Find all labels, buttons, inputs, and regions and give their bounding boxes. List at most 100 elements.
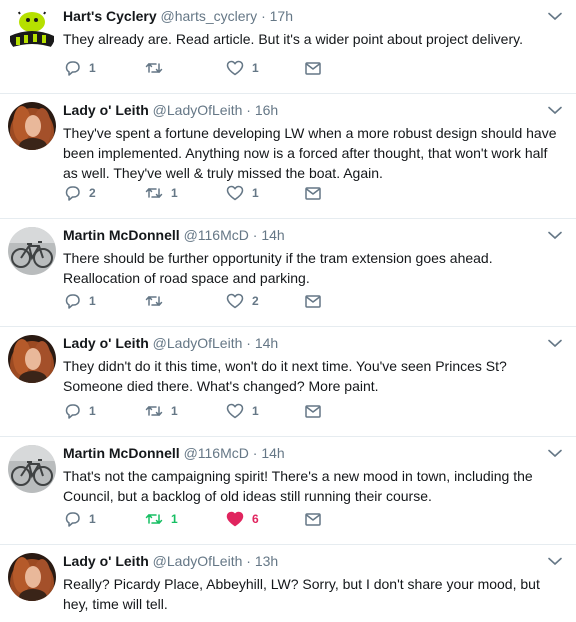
chevron-down-icon[interactable] bbox=[548, 557, 562, 566]
chevron-down-icon[interactable] bbox=[548, 12, 562, 21]
avatar[interactable] bbox=[8, 335, 56, 383]
like-button[interactable]: 2 bbox=[226, 291, 259, 311]
author-name[interactable]: Martin McDonnell bbox=[63, 227, 180, 243]
direct-message-button[interactable] bbox=[304, 291, 322, 311]
reply-button[interactable]: 1 bbox=[63, 291, 96, 311]
reply-count: 2 bbox=[89, 186, 96, 200]
tweet[interactable]: Martin McDonnell @116McD · 14h There sho… bbox=[0, 219, 576, 327]
separator-dot: · bbox=[257, 8, 270, 24]
tweet[interactable]: Lady o' Leith @LadyOfLeith · 13h Really?… bbox=[0, 545, 576, 622]
author-name[interactable]: Lady o' Leith bbox=[63, 335, 149, 351]
reply-button[interactable]: 2 bbox=[63, 183, 96, 203]
portrait-avatar bbox=[8, 335, 56, 383]
reply-button[interactable]: 1 bbox=[63, 58, 96, 78]
like-button[interactable]: 1 bbox=[226, 401, 259, 421]
avatar[interactable] bbox=[8, 8, 56, 56]
reply-count: 1 bbox=[89, 512, 96, 526]
chevron-down-icon[interactable] bbox=[548, 231, 562, 240]
like-button[interactable]: 1 bbox=[226, 58, 259, 78]
reply-count: 1 bbox=[89, 294, 96, 308]
author-handle[interactable]: @116McD bbox=[184, 227, 249, 243]
timestamp[interactable]: 13h bbox=[255, 553, 278, 569]
portrait-avatar bbox=[8, 553, 56, 601]
direct-message-button[interactable] bbox=[304, 183, 322, 203]
tweet-header: Lady o' Leith @LadyOfLeith · 13h bbox=[63, 551, 278, 571]
author-handle[interactable]: @LadyOfLeith bbox=[153, 335, 243, 351]
like-count: 1 bbox=[252, 186, 259, 200]
tweet-header: Hart's Cyclery @harts_cyclery · 17h bbox=[63, 6, 293, 26]
reply-button[interactable]: 1 bbox=[63, 509, 96, 529]
retweet-icon bbox=[145, 296, 163, 306]
chevron-down-icon[interactable] bbox=[548, 106, 562, 115]
heart-icon bbox=[226, 293, 244, 309]
reply-icon bbox=[65, 294, 80, 309]
avatar[interactable] bbox=[8, 102, 56, 150]
envelope-icon bbox=[305, 513, 321, 526]
separator-dot: · bbox=[248, 227, 262, 243]
timestamp[interactable]: 14h bbox=[261, 227, 284, 243]
avatar[interactable] bbox=[8, 227, 56, 275]
tweet-text: There should be further opportunity if t… bbox=[63, 250, 493, 286]
direct-message-button[interactable] bbox=[304, 401, 322, 421]
heart-icon bbox=[226, 185, 244, 201]
like-button[interactable]: 6 bbox=[226, 509, 259, 529]
bicycle-avatar bbox=[8, 227, 56, 275]
direct-message-button[interactable] bbox=[304, 509, 322, 529]
like-button[interactable]: 1 bbox=[226, 183, 259, 203]
retweet-button[interactable]: 1 bbox=[145, 509, 178, 529]
tweet[interactable]: Hart's Cyclery @harts_cyclery · 17h They… bbox=[0, 0, 576, 94]
heart-icon bbox=[226, 511, 244, 527]
author-handle[interactable]: @116McD bbox=[184, 445, 249, 461]
tweet[interactable]: Lady o' Leith @LadyOfLeith · 14h They di… bbox=[0, 327, 576, 437]
heart-icon bbox=[226, 60, 244, 76]
retweet-button[interactable]: 1 bbox=[145, 401, 178, 421]
separator-dot: · bbox=[242, 335, 255, 351]
separator-dot: · bbox=[242, 553, 255, 569]
retweet-button[interactable]: 1 bbox=[145, 183, 178, 203]
heart-icon bbox=[226, 403, 244, 419]
avatar[interactable] bbox=[8, 445, 56, 493]
tweet-header: Martin McDonnell @116McD · 14h bbox=[63, 225, 285, 245]
reply-count: 1 bbox=[89, 404, 96, 418]
tweet[interactable]: Martin McDonnell @116McD · 14h That's no… bbox=[0, 437, 576, 545]
direct-message-button[interactable] bbox=[304, 58, 322, 78]
chevron-down-icon[interactable] bbox=[548, 339, 562, 348]
reply-icon bbox=[65, 404, 80, 419]
envelope-icon bbox=[305, 295, 321, 308]
author-handle[interactable]: @LadyOfLeith bbox=[153, 553, 243, 569]
timestamp[interactable]: 16h bbox=[255, 102, 278, 118]
author-name[interactable]: Martin McDonnell bbox=[63, 445, 180, 461]
reply-icon bbox=[65, 186, 80, 201]
tweet-text: That's not the campaigning spirit! There… bbox=[63, 468, 533, 504]
author-name[interactable]: Lady o' Leith bbox=[63, 553, 149, 569]
tweet-text: They've spent a fortune developing LW wh… bbox=[63, 125, 557, 181]
reply-count: 1 bbox=[89, 61, 96, 75]
timestamp[interactable]: 14h bbox=[255, 335, 278, 351]
tweet-header: Lady o' Leith @LadyOfLeith · 16h bbox=[63, 100, 278, 120]
tweet[interactable]: Lady o' Leith @LadyOfLeith · 16h They've… bbox=[0, 94, 576, 219]
like-count: 2 bbox=[252, 294, 259, 308]
tweet-header: Lady o' Leith @LadyOfLeith · 14h bbox=[63, 333, 278, 353]
avatar[interactable] bbox=[8, 553, 56, 601]
author-name[interactable]: Lady o' Leith bbox=[63, 102, 149, 118]
like-count: 1 bbox=[252, 61, 259, 75]
hart-logo-avatar bbox=[8, 8, 56, 56]
envelope-icon bbox=[305, 187, 321, 200]
reply-button[interactable]: 1 bbox=[63, 401, 96, 421]
retweet-button[interactable] bbox=[145, 291, 171, 311]
author-handle[interactable]: @harts_cyclery bbox=[161, 8, 258, 24]
tweet-text: Really? Picardy Place, Abbeyhill, LW? So… bbox=[63, 576, 540, 612]
chevron-down-icon[interactable] bbox=[548, 449, 562, 458]
retweet-icon bbox=[145, 514, 163, 524]
retweet-count: 1 bbox=[171, 404, 178, 418]
tweet-text: They already are. Read article. But it's… bbox=[63, 31, 523, 47]
author-handle[interactable]: @LadyOfLeith bbox=[153, 102, 243, 118]
timestamp[interactable]: 14h bbox=[261, 445, 284, 461]
retweet-button[interactable] bbox=[145, 58, 171, 78]
timestamp[interactable]: 17h bbox=[270, 8, 293, 24]
retweet-icon bbox=[145, 188, 163, 198]
tweet-header: Martin McDonnell @116McD · 14h bbox=[63, 443, 285, 463]
like-count: 1 bbox=[252, 404, 259, 418]
portrait-avatar bbox=[8, 102, 56, 150]
author-name[interactable]: Hart's Cyclery bbox=[63, 8, 157, 24]
